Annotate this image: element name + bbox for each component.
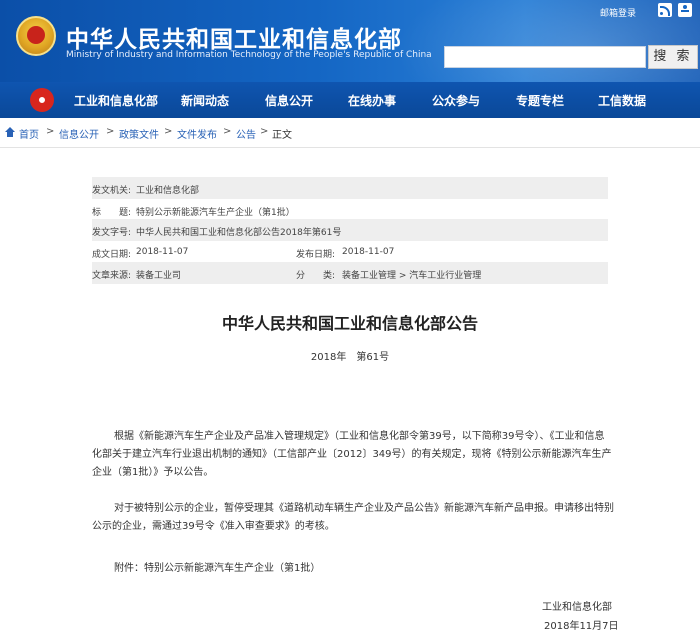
accessibility-icon[interactable] xyxy=(678,3,692,17)
info-row-issuer: 发文机关: 工业和信息化部 xyxy=(92,177,608,199)
home-icon xyxy=(5,127,15,137)
nav-item-news[interactable]: 新闻动态 xyxy=(181,92,229,109)
published-label: 发布日期: xyxy=(296,250,336,260)
title-value: 特别公示新能源汽车生产企业（第1批） xyxy=(136,208,295,218)
source-value: 装备工业司 xyxy=(136,271,182,281)
signature: 工业和信息化部 xyxy=(542,602,612,613)
breadcrumb-policy-files[interactable]: 政策文件 xyxy=(119,126,159,141)
info-row-docno: 发文字号: 中华人民共和国工业和信息化部公告2018年第61号 xyxy=(92,219,608,241)
category-value[interactable]: 装备工业管理 > 汽车工业行业管理 xyxy=(342,268,481,281)
nav-item-special-topics[interactable]: 专题专栏 xyxy=(516,92,564,109)
nav-item-online-services[interactable]: 在线办事 xyxy=(348,92,396,109)
issuer-label: 发文机关: xyxy=(92,186,132,196)
site-header: 中华人民共和国工业和信息化部 Ministry of Industry and … xyxy=(0,0,700,82)
search-input[interactable] xyxy=(444,46,646,68)
source-label: 文章来源: xyxy=(92,271,132,281)
info-row-title: 标 题: 特别公示新能源汽车生产企业（第1批） xyxy=(92,199,608,221)
breadcrumb-separator: > xyxy=(164,126,173,137)
docno-value: 中华人民共和国工业和信息化部公告2018年第61号 xyxy=(136,228,342,238)
breadcrumb: 首页 > 信息公开 > 政策文件 > 文件发布 > 公告 > 正文 xyxy=(0,118,700,148)
paragraph-line: 公示的企业，需通过39号令《准入审查要求》的考核。 xyxy=(92,521,335,532)
breadcrumb-file-release[interactable]: 文件发布 xyxy=(177,126,217,141)
created-label: 成文日期: xyxy=(92,250,132,260)
docno-label: 发文字号: xyxy=(92,228,132,238)
breadcrumb-info-disclosure[interactable]: 信息公开 xyxy=(59,126,99,141)
miit-logo-icon[interactable] xyxy=(30,88,54,112)
issuer-value: 工业和信息化部 xyxy=(136,186,200,196)
breadcrumb-separator: > xyxy=(223,126,232,137)
paragraph-2: 对于被特别公示的企业，暂停受理其《道路机动车辆生产企业及产品公告》新能源汽车新产… xyxy=(92,500,614,536)
nav-item-info-disclosure[interactable]: 信息公开 xyxy=(265,92,313,109)
breadcrumb-separator: > xyxy=(46,126,55,137)
search-button[interactable]: 搜 索 xyxy=(648,45,698,69)
breadcrumb-current: 正文 xyxy=(272,130,292,141)
title-label: 标 题: xyxy=(92,208,132,218)
attachment-text[interactable]: 附件：特别公示新能源汽车生产企业（第1批） xyxy=(114,560,634,578)
info-row-source: 文章来源: 装备工业司 分 类: 装备工业管理 > 汽车工业行业管理 xyxy=(92,262,608,284)
document-title: 中华人民共和国工业和信息化部公告 xyxy=(221,314,478,333)
nav-item-data[interactable]: 工信数据 xyxy=(598,92,646,109)
nav-item-public-participation[interactable]: 公众参与 xyxy=(432,92,480,109)
breadcrumb-announcements[interactable]: 公告 xyxy=(236,126,256,141)
rss-icon[interactable] xyxy=(658,3,672,17)
breadcrumb-separator: > xyxy=(106,126,115,137)
paragraph-1: 根据《新能源汽车生产企业及产品准入管理规定》（工业和信息化部令第39号，以下简称… xyxy=(92,428,612,482)
document-number: 2018年 第61号 xyxy=(310,352,390,363)
site-title[interactable]: 中华人民共和国工业和信息化部 xyxy=(66,20,402,54)
breadcrumb-separator: > xyxy=(260,126,269,137)
paragraph-line: 化部关于建立汽车行业退出机制的通知》（工信部产业〔2012〕349号）的有关规定… xyxy=(92,449,612,460)
signature-date: 2018年11月7日 xyxy=(544,621,619,632)
breadcrumb-home[interactable]: 首页 xyxy=(19,126,39,141)
created-value: 2018-11-07 xyxy=(136,247,189,257)
info-row-dates: 成文日期: 2018-11-07 发布日期: 2018-11-07 xyxy=(92,241,608,263)
published-value: 2018-11-07 xyxy=(342,247,395,257)
paragraph-line: 企业（第1批）》予以公告。 xyxy=(92,467,214,478)
category-label: 分 类: xyxy=(296,271,336,281)
attachment-link[interactable]: 附件：特别公示新能源汽车生产企业（第1批） xyxy=(114,560,634,578)
nav-item-miit[interactable]: 工业和信息化部 xyxy=(74,92,158,109)
main-nav: 工业和信息化部 新闻动态 信息公开 在线办事 公众参与 专题专栏 工信数据 xyxy=(0,82,700,118)
paragraph-line: 对于被特别公示的企业，暂停受理其《道路机动车辆生产企业及产品公告》新能源汽车新产… xyxy=(114,503,614,514)
national-emblem-icon xyxy=(16,16,56,56)
paragraph-line: 根据《新能源汽车生产企业及产品准入管理规定》（工业和信息化部令第39号，以下简称… xyxy=(114,431,605,442)
mail-login-link[interactable]: 邮箱登录 xyxy=(600,6,636,19)
site-subtitle: Ministry of Industry and Information Tec… xyxy=(66,50,432,60)
